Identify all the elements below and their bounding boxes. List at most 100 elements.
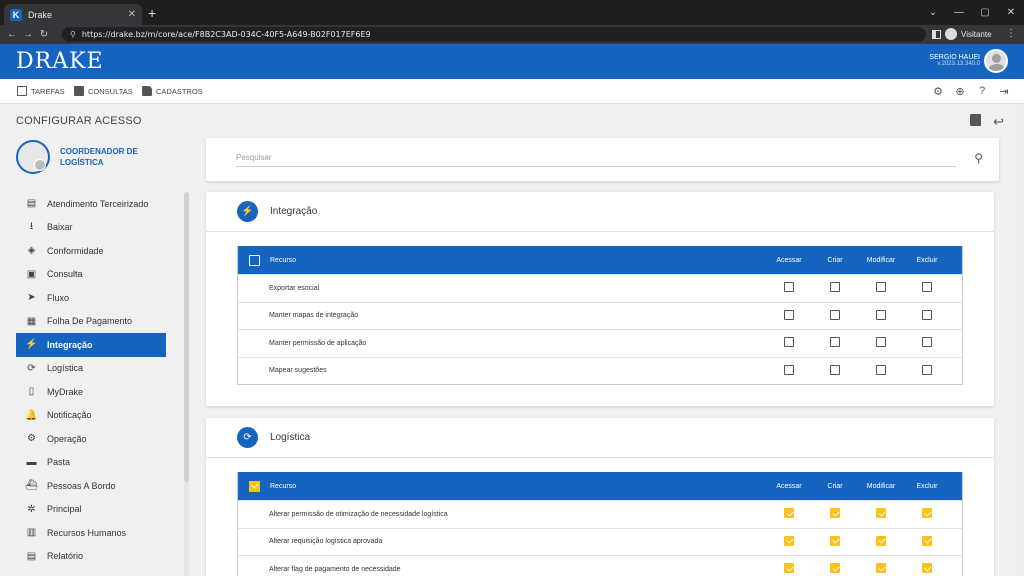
- sidebar-item[interactable]: ⟳ Logística: [16, 357, 166, 381]
- resource-name: Exportar esocial: [269, 284, 320, 292]
- sidebar-item-label: Integração: [47, 339, 93, 350]
- criar-checkbox[interactable]: [830, 364, 840, 375]
- sidebar-item-label: Baixar: [47, 222, 73, 233]
- sidebar-item-label: Operação: [47, 433, 87, 444]
- sidebar-item[interactable]: ▯ MyDrake: [16, 380, 166, 404]
- menu-consultas-label: CONSULTAS: [88, 86, 133, 96]
- reload-icon[interactable]: ↻: [38, 29, 50, 40]
- browser-tab[interactable]: K Drake ✕: [4, 4, 142, 25]
- maximize-button[interactable]: ▢: [972, 0, 998, 25]
- forward-icon[interactable]: →: [22, 29, 34, 40]
- site-info-icon[interactable]: ⚲: [70, 30, 76, 39]
- column-header-recurso: Recurso: [270, 482, 297, 490]
- criar-checkbox[interactable]: [830, 508, 840, 519]
- sidebar-item[interactable]: ▥ Recursos Humanos: [16, 521, 166, 545]
- sidebar-item[interactable]: ⛴ Pessoas A Bordo: [16, 474, 166, 498]
- help-icon[interactable]: ?: [976, 85, 988, 97]
- user-avatar[interactable]: [984, 49, 1008, 73]
- table-header: Recurso Acessar Criar Modificar Excluir: [238, 472, 962, 500]
- close-tab-icon[interactable]: ✕: [128, 9, 136, 20]
- sidebar-item-label: Pessoas A Bordo: [47, 480, 116, 491]
- tab-search-icon[interactable]: ⌄: [920, 0, 946, 25]
- search-card: ⚲: [206, 138, 999, 181]
- menu-consultas[interactable]: CONSULTAS: [74, 86, 133, 96]
- page-scrollbar[interactable]: [1016, 105, 1024, 576]
- sidebar-item[interactable]: ▤ Relatório: [16, 545, 166, 569]
- sidebar-item[interactable]: 🔔 Notificação: [16, 404, 166, 428]
- sidebar-item-label: MyDrake: [47, 386, 84, 397]
- sidebar-scrollbar[interactable]: [184, 192, 189, 482]
- table-row: Alterar flag de pagamento de necessidade: [238, 555, 962, 576]
- sidebar-item[interactable]: ⚙ Operação: [16, 427, 166, 451]
- acessar-checkbox[interactable]: [784, 364, 794, 375]
- criar-checkbox[interactable]: [830, 563, 840, 574]
- profile-button[interactable]: Visitante: [932, 28, 992, 40]
- modificar-checkbox[interactable]: [876, 508, 886, 519]
- table-row: Alterar requisição logística aprovada: [238, 527, 962, 556]
- criar-checkbox[interactable]: [830, 535, 840, 546]
- excluir-checkbox[interactable]: [922, 309, 932, 320]
- search-icon[interactable]: ⚲: [974, 151, 983, 165]
- user-info[interactable]: SERGIO HAUEI v.2023.13.340.0: [929, 54, 980, 67]
- sidebar-item[interactable]: ⭳ Baixar: [16, 216, 166, 240]
- module-card: ⟳ Logística Recurso Acessar Criar Modificar Ex…: [206, 418, 994, 576]
- back-icon[interactable]: ←: [6, 29, 18, 40]
- undo-icon[interactable]: ↩: [993, 114, 1004, 130]
- sidebar-item[interactable]: ▣ Consulta: [16, 263, 166, 287]
- resource-name: Manter mapas de integração: [269, 312, 359, 320]
- menu-cadastros[interactable]: CADASTROS: [142, 86, 203, 96]
- acessar-checkbox[interactable]: [784, 508, 794, 519]
- sidebar-item[interactable]: ▦ Folha De Pagamento: [16, 310, 166, 334]
- acessar-checkbox[interactable]: [784, 535, 794, 546]
- search-input[interactable]: [236, 148, 956, 167]
- sidebar-item-label: Relatório: [47, 551, 84, 562]
- modificar-checkbox[interactable]: [876, 364, 886, 375]
- excluir-checkbox[interactable]: [922, 535, 932, 546]
- globe-icon[interactable]: ⊕: [954, 85, 966, 98]
- sidebar-item-label: Recursos Humanos: [47, 527, 127, 538]
- minimize-button[interactable]: —: [946, 0, 972, 25]
- excluir-checkbox[interactable]: [922, 282, 932, 293]
- list-box-icon: ▣: [26, 268, 37, 280]
- modificar-checkbox[interactable]: [876, 337, 886, 348]
- modificar-checkbox[interactable]: [876, 309, 886, 320]
- sidebar-item[interactable]: ▬ Pasta: [16, 451, 166, 475]
- excluir-checkbox[interactable]: [922, 364, 932, 375]
- select-all-checkbox[interactable]: [249, 480, 260, 492]
- sidebar-toggle-icon[interactable]: [932, 29, 941, 39]
- modificar-checkbox[interactable]: [876, 535, 886, 546]
- excluir-checkbox[interactable]: [922, 337, 932, 348]
- app-logo[interactable]: DRAKE: [16, 49, 104, 74]
- report-icon: ▤: [26, 550, 37, 562]
- settings-icon[interactable]: ⚙: [932, 85, 944, 98]
- url-field[interactable]: ⚲ https://drake.bz/m/core/ace/F8B2C3AD-0…: [62, 27, 926, 42]
- acessar-checkbox[interactable]: [784, 337, 794, 348]
- menu-tarefas[interactable]: TAREFAS: [17, 86, 65, 96]
- excluir-checkbox[interactable]: [922, 563, 932, 574]
- new-tab-button[interactable]: +: [148, 5, 156, 21]
- excluir-checkbox[interactable]: [922, 508, 932, 519]
- criar-checkbox[interactable]: [830, 337, 840, 348]
- sidebar-item-label: Consulta: [47, 269, 83, 280]
- table-row: Exportar esocial: [238, 274, 962, 302]
- send-icon: ➤: [27, 292, 36, 304]
- criar-checkbox[interactable]: [830, 282, 840, 293]
- sidebar-item[interactable]: ◈ Conformidade: [16, 239, 166, 263]
- acessar-checkbox[interactable]: [784, 309, 794, 320]
- sidebar-item[interactable]: ⚡ Integração: [16, 333, 166, 357]
- acessar-checkbox[interactable]: [784, 563, 794, 574]
- close-window-button[interactable]: ✕: [998, 0, 1024, 25]
- sidebar-item[interactable]: ✲ Principal: [16, 498, 166, 522]
- profile-avatar-icon: [945, 28, 957, 40]
- column-header-acessar: Acessar: [776, 482, 802, 490]
- browser-menu-icon[interactable]: ⋮: [1006, 28, 1016, 39]
- logout-icon[interactable]: ⇥: [998, 85, 1010, 98]
- save-icon[interactable]: [970, 114, 982, 126]
- acessar-checkbox[interactable]: [784, 282, 794, 293]
- modificar-checkbox[interactable]: [876, 563, 886, 574]
- modificar-checkbox[interactable]: [876, 282, 886, 293]
- criar-checkbox[interactable]: [830, 309, 840, 320]
- sidebar-item[interactable]: ➤ Fluxo: [16, 286, 166, 310]
- sidebar-item[interactable]: ▤ Atendimento Terceirizado: [16, 192, 166, 216]
- select-all-checkbox[interactable]: [249, 254, 260, 266]
